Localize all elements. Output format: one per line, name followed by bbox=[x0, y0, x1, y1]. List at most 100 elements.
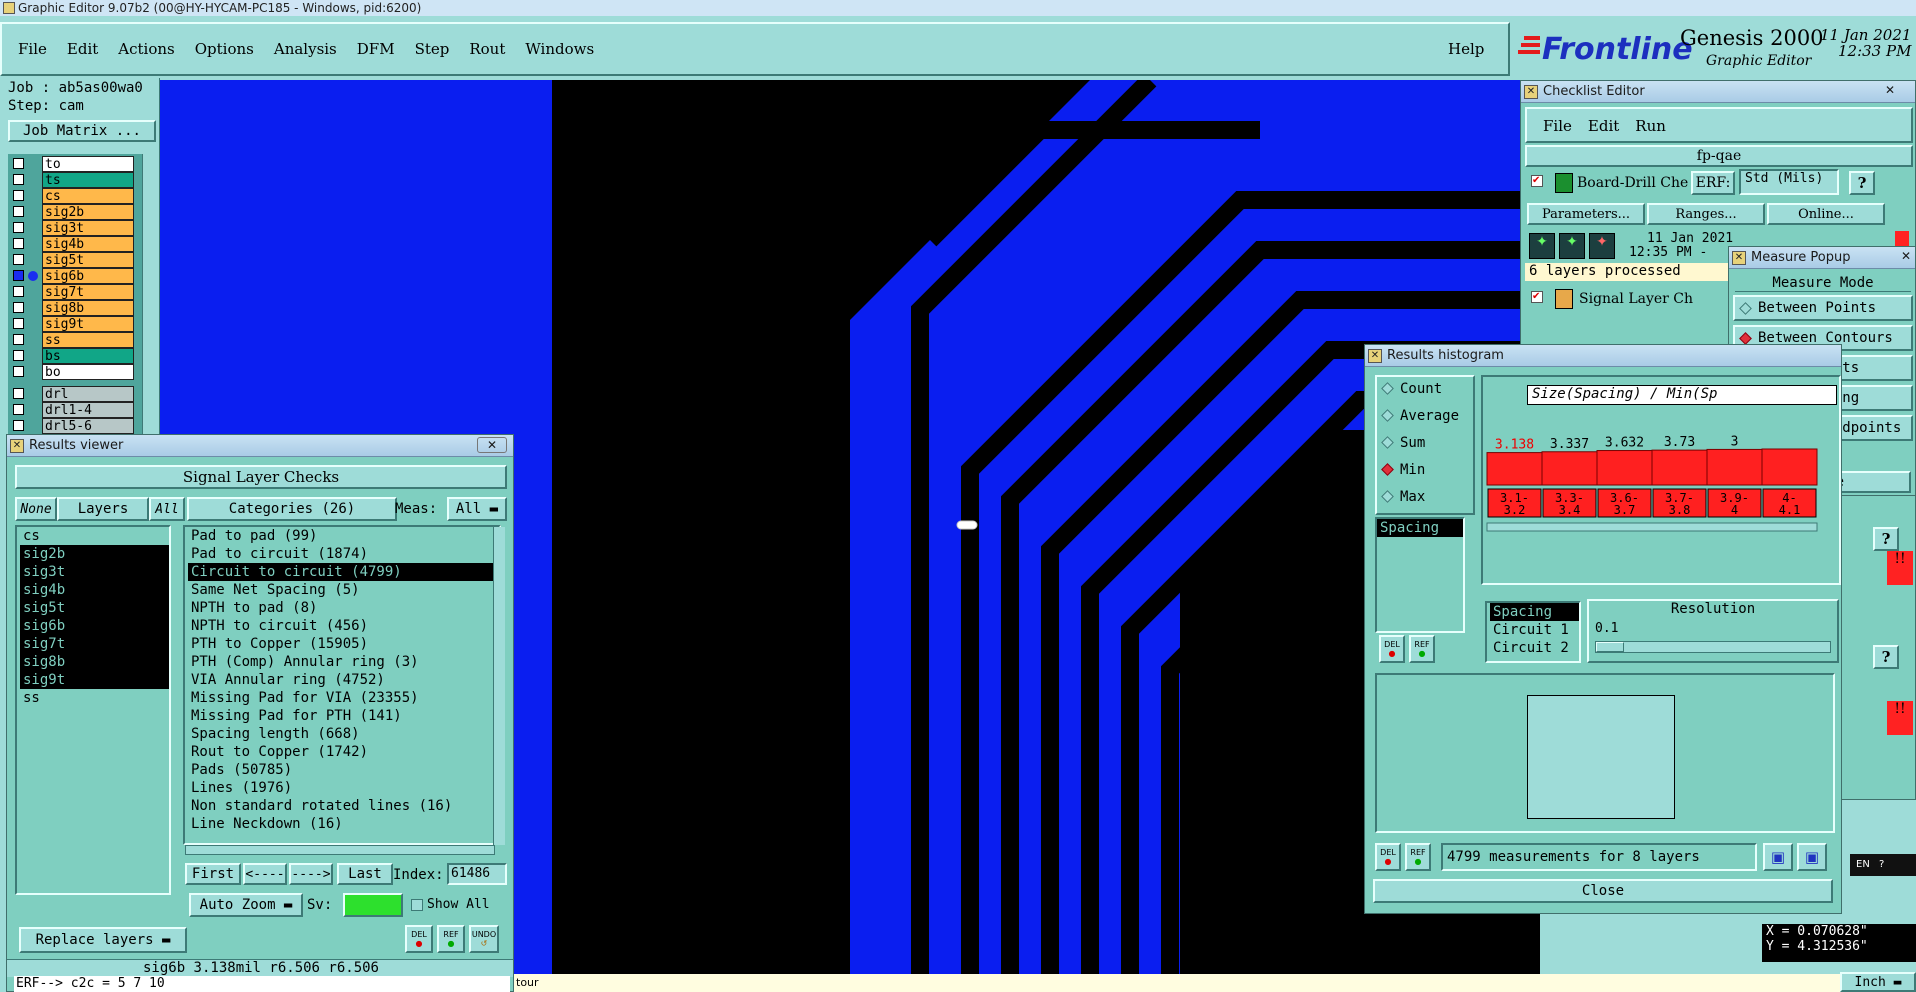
menu-windows[interactable]: Windows bbox=[525, 40, 594, 58]
field-item[interactable]: Circuit 1 bbox=[1490, 621, 1579, 639]
layer-row-ts[interactable]: ts bbox=[8, 172, 134, 188]
result-layer-item[interactable]: sig9t bbox=[20, 671, 169, 689]
layer-row-bs[interactable]: bs bbox=[8, 348, 134, 364]
category-hscrollbar[interactable] bbox=[185, 845, 495, 855]
histogram-bar[interactable] bbox=[1761, 448, 1818, 486]
resolution-slider[interactable] bbox=[1595, 641, 1831, 653]
none-button[interactable]: None bbox=[15, 497, 57, 521]
replace-layers-dropdown[interactable]: Replace layers ▬ bbox=[19, 927, 187, 953]
layer-checkbox[interactable] bbox=[13, 420, 24, 431]
layer-checkbox[interactable] bbox=[13, 350, 24, 361]
category-item[interactable]: Missing Pad for VIA (23355) bbox=[188, 689, 499, 707]
aggregate-option-max[interactable]: Max bbox=[1381, 489, 1425, 505]
histogram-bar[interactable] bbox=[1541, 451, 1598, 486]
run-icon[interactable]: ✦ bbox=[1559, 233, 1585, 259]
std-field[interactable]: Std (Mils) bbox=[1739, 169, 1839, 195]
item2-checkbox[interactable]: ✔ bbox=[1531, 291, 1543, 303]
layer-row-sig3t[interactable]: sig3t bbox=[8, 220, 134, 236]
result-layer-list[interactable]: cs sig2b sig3t sig4b sig5t sig6b sig7t sig8b sig… bbox=[15, 525, 171, 895]
run-icon[interactable]: ✦ bbox=[1529, 233, 1555, 259]
menu-options[interactable]: Options bbox=[195, 40, 254, 58]
category-list[interactable]: Pad to pad (99) Pad to circuit (1874) Circ… bbox=[183, 525, 501, 845]
layer-checkbox[interactable] bbox=[13, 206, 24, 217]
help-question-button[interactable]: ? bbox=[1849, 171, 1875, 195]
menu-help[interactable]: Help bbox=[1448, 40, 1484, 58]
category-item[interactable]: Spacing length (668) bbox=[188, 725, 499, 743]
result-layer-item[interactable]: sig6b bbox=[20, 617, 169, 635]
histogram-action-icon[interactable]: ▣ bbox=[1797, 843, 1827, 871]
histogram-action-icon[interactable]: ▣ bbox=[1763, 843, 1793, 871]
result-layer-item[interactable]: sig4b bbox=[20, 581, 169, 599]
help-tray-icon[interactable]: ? bbox=[1879, 859, 1884, 870]
layer-row-cs[interactable]: cs bbox=[8, 188, 134, 204]
menu-file[interactable]: File bbox=[18, 40, 47, 58]
online-button[interactable]: Online... bbox=[1767, 203, 1885, 225]
field-list[interactable]: Spacing Circuit 1 Circuit 2 bbox=[1485, 601, 1581, 663]
category-item[interactable]: Non standard rotated lines (16) bbox=[188, 797, 499, 815]
checklist-menu-file[interactable]: File bbox=[1543, 117, 1572, 135]
layer-checkbox[interactable] bbox=[13, 286, 24, 297]
menu-edit[interactable]: Edit bbox=[67, 40, 98, 58]
layer-checkbox[interactable] bbox=[13, 238, 24, 249]
parameters-button[interactable]: Parameters... bbox=[1527, 203, 1645, 225]
ref-button[interactable]: REF ● bbox=[437, 925, 465, 953]
category-item[interactable]: NPTH to circuit (456) bbox=[188, 617, 499, 635]
undo-button[interactable]: UNDO ↺ bbox=[469, 925, 499, 953]
menu-dfm[interactable]: DFM bbox=[357, 40, 395, 58]
aggregate-option-count[interactable]: Count bbox=[1381, 381, 1442, 397]
layer-checkbox[interactable] bbox=[13, 190, 24, 201]
prev-button[interactable]: <---- bbox=[243, 863, 287, 885]
category-item[interactable]: Pad to circuit (1874) bbox=[188, 545, 499, 563]
layer-scrollbar[interactable] bbox=[142, 154, 156, 448]
layer-checkbox[interactable] bbox=[13, 270, 24, 281]
category-item[interactable]: Pads (50785) bbox=[188, 761, 499, 779]
first-button[interactable]: First bbox=[185, 863, 241, 885]
layers-button[interactable]: Layers bbox=[57, 497, 149, 521]
menu-analysis[interactable]: Analysis bbox=[274, 40, 337, 58]
histogram-ref-button[interactable]: REF ● bbox=[1405, 843, 1431, 871]
layer-checkbox[interactable] bbox=[13, 318, 24, 329]
units-dropdown[interactable]: Inch ▬ bbox=[1840, 972, 1916, 992]
layer-row-sig7t[interactable]: sig7t bbox=[8, 284, 134, 300]
last-button[interactable]: Last bbox=[337, 863, 393, 885]
close-icon[interactable]: ✕ bbox=[1901, 249, 1911, 263]
layer-checkbox[interactable] bbox=[13, 254, 24, 265]
histogram-close-button[interactable]: Close bbox=[1373, 879, 1833, 903]
menu-rout[interactable]: Rout bbox=[469, 40, 505, 58]
aggregate-option-sum[interactable]: Sum bbox=[1381, 435, 1425, 451]
layer-row-sig5t[interactable]: sig5t bbox=[8, 252, 134, 268]
category-item[interactable]: VIA Annular ring (4752) bbox=[188, 671, 499, 689]
result-layer-item[interactable]: cs bbox=[20, 527, 169, 545]
category-scrollbar[interactable] bbox=[493, 527, 505, 845]
metric-spacing[interactable]: Spacing bbox=[1377, 519, 1463, 537]
category-item[interactable]: PTH (Comp) Annular ring (3) bbox=[188, 653, 499, 671]
meas-dropdown[interactable]: All ▬ bbox=[447, 497, 507, 521]
item1-checkbox[interactable]: ✔ bbox=[1531, 175, 1543, 187]
histogram-ref-button[interactable]: REF ● bbox=[1409, 635, 1435, 663]
histogram-bar[interactable] bbox=[1486, 452, 1543, 486]
histogram-scrollbar[interactable] bbox=[1486, 522, 1818, 532]
close-icon[interactable]: ✕ bbox=[477, 437, 507, 453]
categories-button[interactable]: Categories (26) bbox=[187, 497, 397, 521]
layer-checkbox[interactable] bbox=[13, 174, 24, 185]
result-layer-item[interactable]: ss bbox=[20, 689, 169, 707]
category-item[interactable]: Lines (1976) bbox=[188, 779, 499, 797]
histogram-del-button[interactable]: DEL ● bbox=[1375, 843, 1401, 871]
layer-row-sig8b[interactable]: sig8b bbox=[8, 300, 134, 316]
layer-checkbox[interactable] bbox=[13, 158, 24, 169]
menu-step[interactable]: Step bbox=[415, 40, 450, 58]
category-item[interactable]: Line Neckdown (16) bbox=[188, 815, 499, 833]
result-layer-item[interactable]: sig5t bbox=[20, 599, 169, 617]
category-item[interactable]: Same Net Spacing (5) bbox=[188, 581, 499, 599]
category-item[interactable]: Rout to Copper (1742) bbox=[188, 743, 499, 761]
layer-row-ss[interactable]: ss bbox=[8, 332, 134, 348]
field-item[interactable]: Spacing bbox=[1490, 603, 1579, 621]
category-item[interactable]: Pad to pad (99) bbox=[188, 527, 499, 545]
layer-checkbox[interactable] bbox=[13, 404, 24, 415]
del-button[interactable]: DEL ● bbox=[405, 925, 433, 953]
auto-zoom-dropdown[interactable]: Auto Zoom ▬ bbox=[189, 893, 303, 917]
aggregate-option-average[interactable]: Average bbox=[1381, 408, 1459, 424]
all-button[interactable]: All bbox=[149, 497, 185, 521]
result-layer-item[interactable]: sig2b bbox=[20, 545, 169, 563]
layer-row-sig2b[interactable]: sig2b bbox=[8, 204, 134, 220]
